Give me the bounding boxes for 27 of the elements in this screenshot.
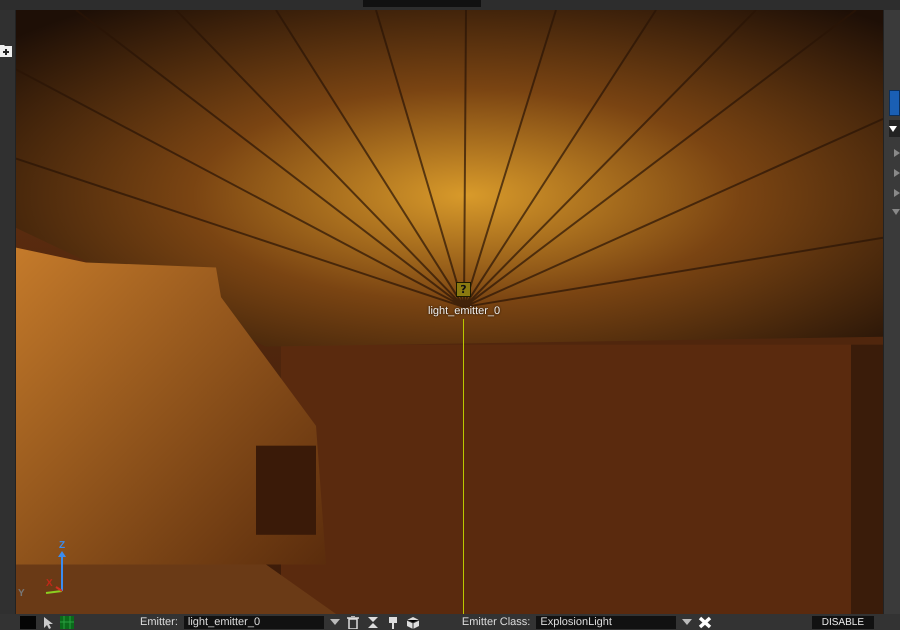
cube-icon[interactable] — [406, 616, 420, 628]
emitter-field-label: Emitter: — [140, 616, 178, 628]
emitter-field[interactable]: light_emitter_0 — [184, 616, 324, 628]
add-folder-icon[interactable] — [0, 42, 12, 57]
z-axis-label: Z — [59, 540, 66, 551]
color-swatch[interactable] — [20, 616, 36, 628]
expand-arrow-icon[interactable] — [894, 189, 900, 197]
dropdown-button[interactable] — [889, 120, 900, 137]
caret-icon — [889, 126, 897, 132]
collapse-arrow-icon[interactable] — [892, 209, 900, 215]
x-axis-label: X — [46, 578, 53, 589]
close-icon[interactable] — [698, 616, 712, 628]
expand-arrow-icon[interactable] — [894, 149, 900, 157]
expand-arrow-icon[interactable] — [894, 169, 900, 177]
emitter-class-label: Emitter Class: — [462, 616, 530, 628]
disable-button[interactable]: DISABLE — [812, 616, 874, 628]
trash-icon[interactable] — [346, 616, 360, 628]
toolbar-field[interactable] — [363, 0, 481, 7]
grid-icon[interactable] — [60, 616, 74, 628]
dropdown-caret-icon[interactable] — [682, 619, 692, 625]
emitter-label: light_emitter_0 — [428, 305, 500, 317]
y-axis-label: Y — [18, 588, 25, 599]
cursor-icon[interactable] — [42, 616, 54, 628]
light-marker-icon[interactable]: ? — [456, 282, 471, 297]
dropdown-caret-icon[interactable] — [330, 619, 340, 625]
emitter-class-field[interactable]: ExplosionLight — [536, 616, 676, 628]
panel-toggle-button[interactable] — [889, 90, 900, 116]
